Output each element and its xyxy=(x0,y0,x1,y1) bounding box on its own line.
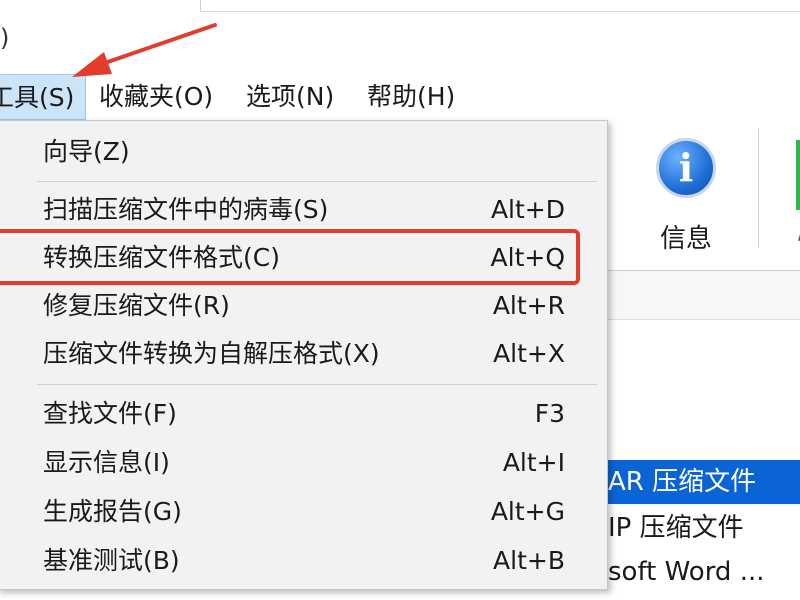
annotation-arrow-icon xyxy=(72,23,217,77)
